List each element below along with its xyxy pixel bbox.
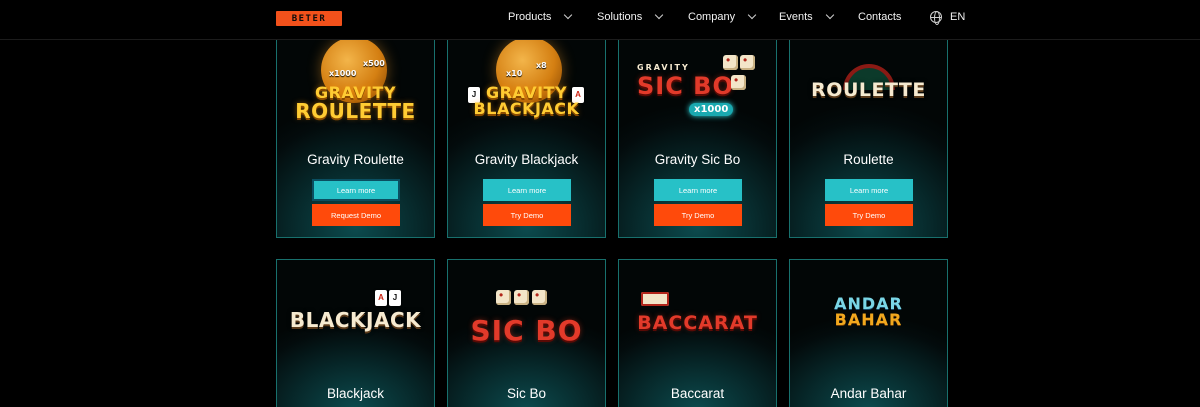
multiplier-badge: x8 <box>536 61 547 70</box>
gravity-roulette-logo: x1000 x500 GRAVITY ROULETTE <box>277 37 434 139</box>
globe-icon <box>930 10 942 25</box>
logo-text: BETER <box>291 13 327 24</box>
game-card-baccarat: BACCARAT Baccarat <box>618 259 777 407</box>
roulette-logo: ROULETTE <box>790 39 947 139</box>
art-line2: BLACKJACK <box>473 99 580 118</box>
nav-products-label: Products <box>508 10 552 23</box>
learn-more-button[interactable]: Learn more <box>654 179 742 201</box>
playing-card-icon: A <box>375 290 387 306</box>
sic-bo-logo: SIC BO <box>448 280 605 380</box>
nav-solutions[interactable]: Solutions <box>597 0 664 33</box>
nav-contacts[interactable]: Contacts <box>858 0 901 33</box>
art-line2: SIC BO <box>637 72 734 100</box>
try-demo-button[interactable]: Try Demo <box>483 204 571 226</box>
game-card-sic-bo: SIC BO Sic Bo <box>447 259 606 407</box>
language-label: EN <box>950 10 966 23</box>
art-line1: ROULETTE <box>811 79 926 101</box>
mahjong-tile-icon <box>641 292 669 306</box>
game-card-andar-bahar: ANDAR BAHAR Andar Bahar <box>789 259 948 407</box>
dice-icon <box>496 288 547 310</box>
game-card-roulette: ROULETTE Roulette Learn more Try Demo <box>789 30 948 238</box>
game-title: Sic Bo <box>506 386 547 401</box>
game-title: Roulette <box>843 152 894 167</box>
game-title: Andar Bahar <box>830 386 907 401</box>
try-demo-button[interactable]: Try Demo <box>825 204 913 226</box>
nav-company[interactable]: Company <box>688 0 757 33</box>
andar-bahar-logo: ANDAR BAHAR <box>790 280 947 380</box>
game-title: Baccarat <box>670 386 725 401</box>
game-card-gravity-roulette: x1000 x500 GRAVITY ROULETTE Gravity Roul… <box>276 30 435 238</box>
multiplier-badge: x10 <box>506 69 523 78</box>
language-selector[interactable]: EN <box>930 0 965 33</box>
nav-products[interactable]: Products <box>508 0 573 33</box>
nav-events[interactable]: Events <box>779 0 834 33</box>
learn-more-button[interactable]: Learn more <box>312 179 400 201</box>
game-card-gravity-sic-bo: GRAVITY SIC BO x1000 Gravity Sic Bo Lear… <box>618 30 777 238</box>
nav-company-label: Company <box>688 10 736 23</box>
game-title: Gravity Roulette <box>307 152 404 167</box>
multiplier-badge: x500 <box>363 59 385 68</box>
game-title: Blackjack <box>326 386 385 401</box>
art-line1: GRAVITY <box>637 63 690 72</box>
game-title: Gravity Sic Bo <box>654 152 741 167</box>
nav-solutions-label: Solutions <box>597 10 643 23</box>
baccarat-logo: BACCARAT <box>619 280 776 380</box>
multiplier-badge: x1000 <box>689 103 734 116</box>
nav-events-label: Events <box>779 10 813 23</box>
art-line2: ROULETTE <box>295 99 416 123</box>
beter-logo[interactable]: BETER <box>276 11 342 26</box>
game-card-gravity-blackjack: x10 x8 J A GRAVITY BLACKJACK Gravity Bla… <box>447 30 606 238</box>
learn-more-button[interactable]: Learn more <box>483 179 571 201</box>
multiplier-badge: x1000 <box>329 69 357 78</box>
request-demo-button[interactable]: Request Demo <box>312 204 400 226</box>
chevron-down-icon <box>564 10 573 19</box>
nav-contacts-label: Contacts <box>858 10 902 23</box>
gravity-sic-bo-logo: GRAVITY SIC BO x1000 <box>619 39 776 139</box>
art-line1: SIC BO <box>470 314 583 347</box>
blackjack-logo: A J BLACKJACK <box>277 280 434 380</box>
game-title: Gravity Blackjack <box>474 152 579 167</box>
game-card-blackjack: A J BLACKJACK Blackjack <box>276 259 435 407</box>
art-line2: BAHAR <box>834 310 903 329</box>
learn-more-button[interactable]: Learn more <box>825 179 913 201</box>
chevron-down-icon <box>825 10 834 19</box>
chevron-down-icon <box>747 10 757 19</box>
gravity-blackjack-logo: x10 x8 J A GRAVITY BLACKJACK <box>448 37 605 139</box>
art-line1: BACCARAT <box>637 312 758 334</box>
chevron-down-icon <box>655 10 664 19</box>
art-line1: BLACKJACK <box>289 308 422 332</box>
playing-card-icon: J <box>389 290 401 306</box>
dice-icon <box>723 53 757 95</box>
site-header: BETER Products Solutions Company Events … <box>0 0 1200 40</box>
try-demo-button[interactable]: Try Demo <box>654 204 742 226</box>
